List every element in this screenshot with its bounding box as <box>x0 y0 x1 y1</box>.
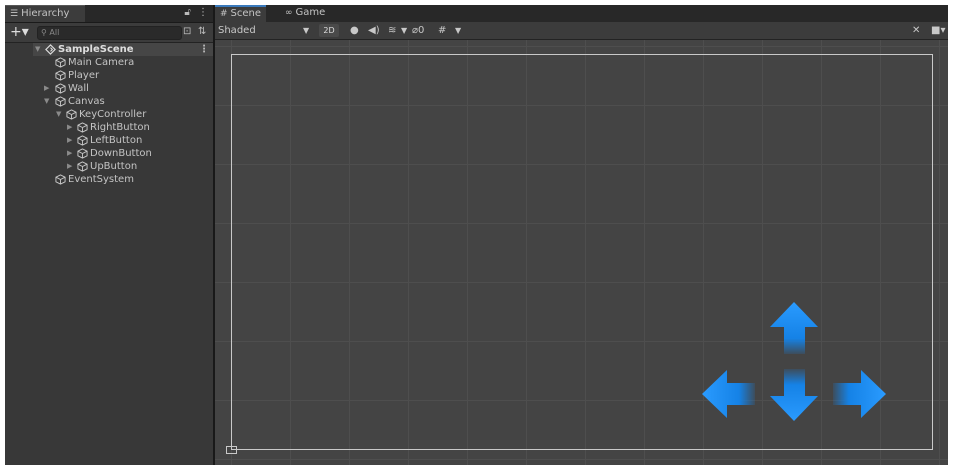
sort-icon[interactable]: ⇅ <box>198 26 206 37</box>
scene-viewport[interactable] <box>215 40 948 465</box>
item-label: EventSystem <box>68 174 134 185</box>
key-buttons-layer <box>702 302 886 421</box>
scene-tab-bar: # Scene ∞ Game <box>215 5 948 22</box>
expand-arrow-icon[interactable]: ▶ <box>44 82 49 95</box>
hierarchy-item-downbutton[interactable]: ▶ DownButton <box>33 147 213 160</box>
tab-scene[interactable]: # Scene <box>215 5 267 22</box>
gameobject-cube-icon <box>55 174 66 185</box>
gameobject-cube-icon <box>77 135 88 146</box>
item-label: UpButton <box>90 161 138 172</box>
tab-hierarchy[interactable]: ☰ Hierarchy <box>5 5 85 22</box>
hierarchy-item-player[interactable]: Player <box>33 69 213 82</box>
kebab-menu-icon[interactable]: ⋮ <box>198 7 208 18</box>
camera-icon[interactable]: ■▾ <box>931 22 945 39</box>
item-label: Main Camera <box>68 57 135 68</box>
gameobject-cube-icon <box>55 70 66 81</box>
game-tab-label: Game <box>295 7 326 18</box>
toggle-2d-button[interactable]: 2D <box>319 24 339 37</box>
item-label: Wall <box>68 83 89 94</box>
hierarchy-panel: ☰ Hierarchy 🔓︎ ⋮ +▾ ⚲ All ⊡ ⇅ ▼ SampleSc… <box>5 5 213 465</box>
down-arrow-button[interactable] <box>770 369 818 421</box>
expand-arrow-icon[interactable]: ▶ <box>67 121 72 134</box>
effects-chevron-icon[interactable]: ▼ <box>401 22 407 39</box>
item-label: KeyController <box>79 109 147 120</box>
item-label: Player <box>68 70 100 81</box>
expand-arrow-icon[interactable]: ▶ <box>67 160 72 173</box>
search-icon: ⚲ <box>41 28 47 37</box>
item-label: RightButton <box>90 122 150 133</box>
scene-panel: # Scene ∞ Game Shaded ▼ 2D ● ◀) ≋ ▼ ⌀0 # ▼… <box>215 5 948 465</box>
scene-menu-icon[interactable]: ⋮ <box>199 43 209 56</box>
hierarchy-item-eventsystem[interactable]: EventSystem <box>33 173 213 186</box>
effects-icon[interactable]: ≋ <box>388 22 396 39</box>
right-arrow-button[interactable] <box>833 370 886 418</box>
gameobject-cube-icon <box>77 161 88 172</box>
up-arrow-button[interactable] <box>770 302 818 354</box>
expand-arrow-icon[interactable]: ▼ <box>44 95 49 108</box>
grid-chevron-icon[interactable]: ▼ <box>455 22 461 39</box>
hidden-count: 0 <box>418 25 425 36</box>
hidden-objects-icon[interactable]: ⌀0 <box>412 22 424 39</box>
hierarchy-toolbar: +▾ ⚲ All ⊡ ⇅ <box>5 23 213 43</box>
add-object-button[interactable]: +▾ <box>10 23 29 42</box>
hierarchy-item-rightbutton[interactable]: ▶ RightButton <box>33 121 213 134</box>
scene-visibility-icon[interactable]: ⊡ <box>183 26 191 37</box>
gameobject-cube-icon <box>77 122 88 133</box>
unity-editor: ☰ Hierarchy 🔓︎ ⋮ +▾ ⚲ All ⊡ ⇅ ▼ SampleSc… <box>5 5 948 465</box>
lock-icon[interactable]: 🔓︎ <box>184 7 190 18</box>
unity-scene-icon <box>45 44 56 55</box>
item-label: DownButton <box>90 148 152 159</box>
expand-arrow-icon[interactable]: ▼ <box>35 43 40 56</box>
tools-icon[interactable]: ✕ <box>912 22 920 39</box>
item-label: LeftButton <box>90 135 143 146</box>
scene-toolbar: Shaded ▼ 2D ● ◀) ≋ ▼ ⌀0 # ▼ ✕ ■▾ <box>215 22 948 40</box>
scene-name: SampleScene <box>58 44 134 55</box>
expand-arrow-icon[interactable]: ▶ <box>67 147 72 160</box>
gameobject-cube-icon <box>66 109 77 120</box>
grid-toggle-icon[interactable]: # <box>438 22 446 39</box>
scene-tab-label: Scene <box>230 8 262 19</box>
draw-mode-dropdown[interactable]: Shaded <box>218 22 256 39</box>
lighting-icon[interactable]: ● <box>350 22 359 39</box>
grid-icon: # <box>220 9 228 19</box>
item-label: Canvas <box>68 96 105 107</box>
hierarchy-item-keycontroller[interactable]: ▼ KeyController <box>33 108 213 121</box>
hierarchy-item-canvas[interactable]: ▼ Canvas <box>33 95 213 108</box>
hierarchy-item-wall[interactable]: ▶ Wall <box>33 82 213 95</box>
list-icon: ☰ <box>10 9 19 19</box>
draw-mode-chevron-icon[interactable]: ▼ <box>303 22 309 39</box>
audio-icon[interactable]: ◀) <box>368 22 380 39</box>
gameobject-cube-icon <box>55 83 66 94</box>
gameobject-cube-icon <box>77 148 88 159</box>
gamepad-icon: ∞ <box>285 8 293 18</box>
expand-arrow-icon[interactable]: ▶ <box>67 134 72 147</box>
hierarchy-item-main-camera[interactable]: Main Camera <box>33 56 213 69</box>
search-placeholder: All <box>49 28 60 37</box>
left-arrow-button[interactable] <box>702 370 755 418</box>
scene-row[interactable]: ▼ SampleScene ⋮ <box>33 43 213 56</box>
gameobject-cube-icon <box>55 57 66 68</box>
hierarchy-tab-label: Hierarchy <box>21 8 70 19</box>
hierarchy-item-leftbutton[interactable]: ▶ LeftButton <box>33 134 213 147</box>
search-input[interactable]: ⚲ All <box>37 26 182 40</box>
tab-game[interactable]: ∞ Game <box>280 5 330 22</box>
hierarchy-tab-bar: ☰ Hierarchy 🔓︎ ⋮ <box>5 5 213 23</box>
gameobject-cube-icon <box>55 96 66 107</box>
hierarchy-item-upbutton[interactable]: ▶ UpButton <box>33 160 213 173</box>
expand-arrow-icon[interactable]: ▼ <box>56 108 61 121</box>
